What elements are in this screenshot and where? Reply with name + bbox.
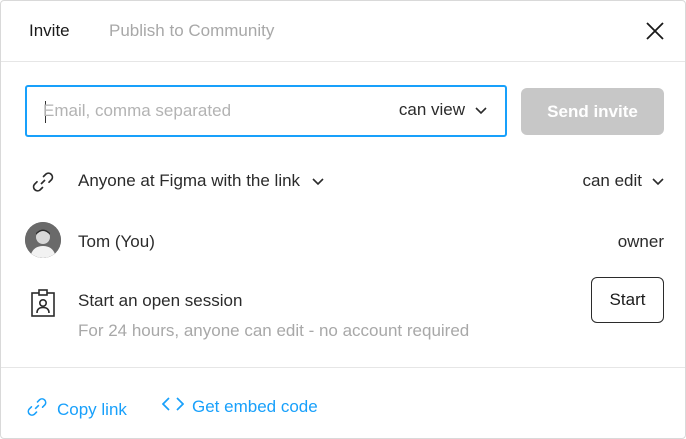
- email-input-container: can view: [25, 85, 507, 137]
- chevron-down-icon: [475, 100, 487, 120]
- tab-publish-to-community[interactable]: Publish to Community: [109, 21, 274, 41]
- copy-link-button[interactable]: Copy link: [25, 395, 127, 424]
- link-access-dropdown[interactable]: Anyone at Figma with the link: [78, 171, 324, 191]
- tab-invite[interactable]: Invite: [29, 21, 70, 41]
- member-role: owner: [617, 232, 664, 251]
- embed-code-label: Get embed code: [192, 396, 318, 416]
- link-permission-label: can edit: [582, 171, 642, 190]
- start-session-button[interactable]: Start: [591, 277, 664, 323]
- invite-permission-dropdown[interactable]: can view: [399, 100, 487, 120]
- dialog-footer: Copy link Get embed code: [1, 367, 685, 438]
- chevron-down-icon: [652, 171, 664, 191]
- member-row: Tom (You) owner: [25, 222, 664, 260]
- session-description: For 24 hours, anyone can edit - no accou…: [78, 321, 470, 340]
- badge-icon: [25, 285, 61, 321]
- open-session-row: Start an open session For 24 hours, anyo…: [25, 277, 664, 347]
- invite-permission-label: can view: [398, 100, 465, 119]
- share-dialog: Invite Publish to Community can view Sen…: [0, 0, 686, 439]
- get-embed-code-button[interactable]: Get embed code: [161, 395, 318, 418]
- invite-row: can view Send invite: [25, 85, 664, 137]
- link-icon: [25, 164, 61, 200]
- code-icon: [161, 395, 185, 418]
- avatar: [25, 222, 61, 258]
- link-access-row: Anyone at Figma with the link can edit: [25, 164, 664, 198]
- email-input[interactable]: [43, 99, 363, 123]
- copy-link-label: Copy link: [57, 399, 127, 419]
- session-title: Start an open session: [78, 291, 243, 310]
- link-icon: [25, 395, 49, 424]
- dialog-header: Invite Publish to Community: [1, 1, 685, 62]
- close-icon[interactable]: [643, 19, 667, 43]
- link-access-label: Anyone at Figma with the link: [78, 171, 301, 190]
- member-name: Tom (You): [78, 232, 155, 251]
- link-permission-dropdown[interactable]: can edit: [582, 171, 664, 191]
- send-invite-button[interactable]: Send invite: [521, 88, 664, 135]
- chevron-down-icon: [312, 171, 324, 191]
